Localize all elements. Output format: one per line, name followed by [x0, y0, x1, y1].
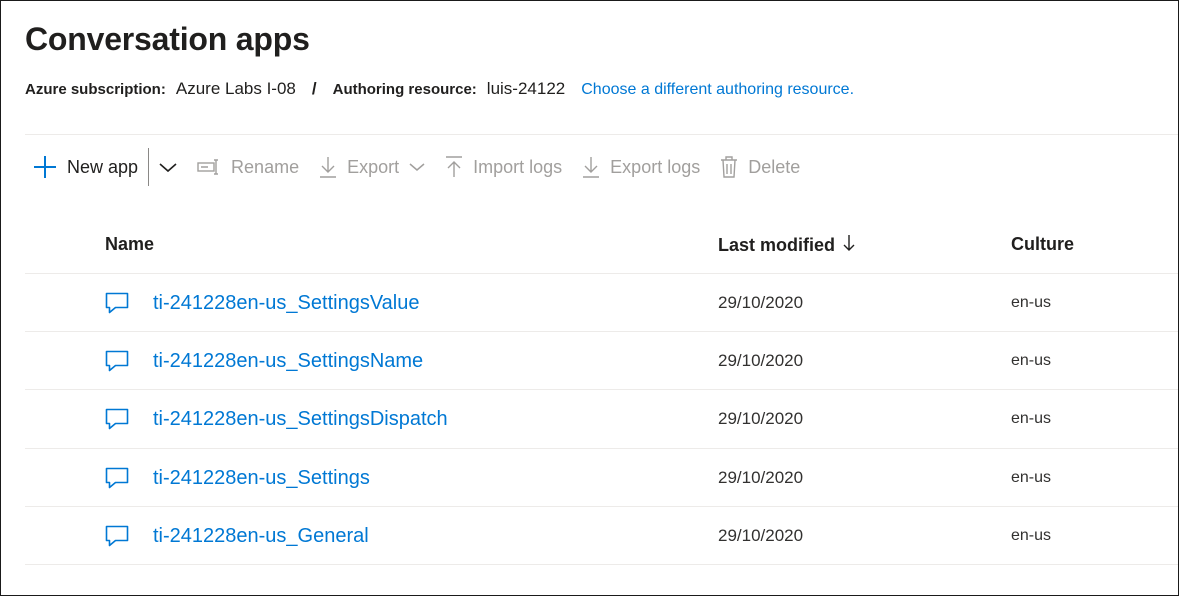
- table-row[interactable]: ti-241228en-us_SettingsName 29/10/2020 e…: [25, 332, 1178, 390]
- delete-button[interactable]: Delete: [710, 147, 810, 187]
- download-icon: [319, 156, 337, 178]
- header-divider: [25, 134, 1178, 135]
- authoring-resource-label: Authoring resource:: [332, 81, 477, 98]
- column-header-last-modified-label: Last modified: [718, 235, 836, 255]
- table-row[interactable]: ti-241228en-us_SettingsValue 29/10/2020 …: [25, 274, 1178, 332]
- app-name-link[interactable]: ti-241228en-us_General: [153, 507, 369, 565]
- column-header-culture[interactable]: Culture: [1011, 234, 1074, 255]
- export-logs-label: Export logs: [610, 156, 701, 177]
- chat-bubble-icon: [105, 467, 129, 494]
- app-name-link[interactable]: ti-241228en-us_SettingsDispatch: [153, 390, 448, 448]
- chat-bubble-icon: [105, 350, 129, 377]
- culture-cell: en-us: [1011, 527, 1052, 544]
- subscription-label: Azure subscription:: [25, 81, 166, 98]
- upload-icon: [445, 156, 463, 178]
- trash-icon: [720, 156, 738, 178]
- last-modified-cell: 29/10/2020: [718, 468, 804, 487]
- table-row[interactable]: ti-241228en-us_SettingsDispatch 29/10/20…: [25, 390, 1178, 448]
- culture-cell: en-us: [1011, 352, 1052, 369]
- last-modified-cell: 29/10/2020: [718, 526, 804, 545]
- chevron-down-icon: [409, 162, 425, 172]
- culture-cell: en-us: [1011, 469, 1052, 486]
- import-logs-button[interactable]: Import logs: [435, 147, 572, 187]
- column-header-name-label: Name: [105, 234, 155, 254]
- culture-cell: en-us: [1011, 294, 1052, 311]
- command-bar: New app Rename Export Import logs Export…: [25, 145, 810, 189]
- culture-cell: en-us: [1011, 410, 1052, 427]
- export-logs-button[interactable]: Export logs: [572, 147, 710, 187]
- add-icon: [33, 155, 57, 179]
- column-header-last-modified[interactable]: Last modified: [718, 234, 855, 257]
- chevron-down-icon: [159, 161, 177, 173]
- column-header-name[interactable]: Name: [105, 234, 154, 255]
- chat-bubble-icon: [105, 408, 129, 435]
- delete-label: Delete: [748, 156, 801, 177]
- export-button[interactable]: Export: [309, 147, 435, 187]
- last-modified-cell: 29/10/2020: [718, 293, 804, 312]
- new-app-label: New app: [67, 156, 139, 177]
- new-app-menu-button[interactable]: [149, 147, 187, 187]
- app-name-link[interactable]: ti-241228en-us_SettingsName: [153, 332, 423, 390]
- table-row[interactable]: ti-241228en-us_Settings 29/10/2020 en-us: [25, 449, 1178, 507]
- export-label: Export: [347, 156, 400, 177]
- breadcrumb-separator: /: [311, 79, 317, 98]
- chat-bubble-icon: [105, 525, 129, 552]
- chat-bubble-icon: [105, 292, 129, 319]
- new-app-button[interactable]: New app: [25, 147, 148, 187]
- authoring-resource-value: luis-24122: [486, 79, 566, 98]
- app-name-link[interactable]: ti-241228en-us_Settings: [153, 449, 370, 507]
- import-logs-label: Import logs: [473, 156, 563, 177]
- rename-button[interactable]: Rename: [187, 147, 309, 187]
- table-row[interactable]: ti-241228en-us_General 29/10/2020 en-us: [25, 507, 1178, 565]
- last-modified-cell: 29/10/2020: [718, 351, 804, 370]
- subscription-value: Azure Labs I-08: [175, 79, 296, 98]
- resource-breadcrumb: Azure subscription: Azure Labs I-08 / Au…: [25, 79, 854, 101]
- rename-icon: [197, 158, 221, 176]
- arrow-down-icon: [843, 234, 855, 257]
- app-name-link[interactable]: ti-241228en-us_SettingsValue: [153, 274, 419, 332]
- page-title: Conversation apps: [25, 21, 310, 57]
- last-modified-cell: 29/10/2020: [718, 409, 804, 428]
- change-resource-link[interactable]: Choose a different authoring resource.: [581, 81, 854, 99]
- column-header-culture-label: Culture: [1011, 234, 1074, 254]
- row-divider: [25, 564, 1178, 565]
- app-window: Conversation apps Azure subscription: Az…: [0, 0, 1179, 596]
- rename-label: Rename: [231, 156, 300, 177]
- download-icon: [582, 156, 600, 178]
